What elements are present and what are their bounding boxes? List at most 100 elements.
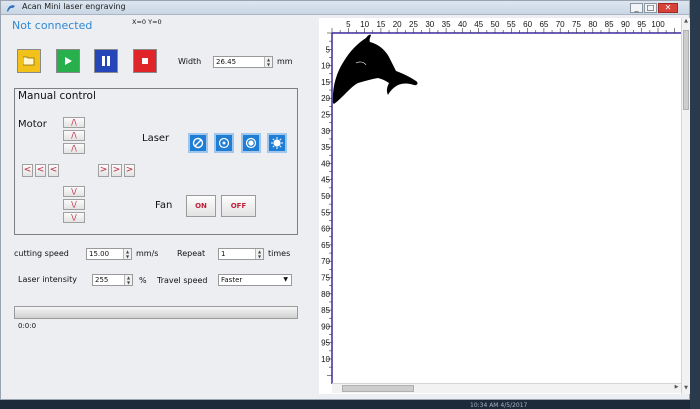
repeat-spinner[interactable]: ▲ ▼ [255,249,263,259]
laser-full-icon [271,137,283,149]
top-ruler-label: 85 [605,20,614,29]
laser-off-button[interactable] [188,133,208,153]
pause-icon [102,56,110,66]
motor-down-medium-button[interactable]: \/ [63,199,85,210]
top-ruler-label: 20 [393,20,402,29]
cutting-speed-unit: mm/s [136,249,159,258]
horizontal-scrollbar[interactable]: ▶ [332,383,681,393]
top-ruler-label: 25 [409,20,418,29]
manual-control-panel: Manual control Motor /\ /\ /\ < < < > > … [14,88,298,235]
repeat-label: Repeat [177,249,206,258]
cutting-speed-spinner[interactable]: ▲ ▼ [123,249,131,259]
motor-left-medium-button[interactable]: < [35,164,46,177]
width-input[interactable]: 26.45 ▲ ▼ [213,56,273,68]
fan-on-button[interactable]: ON [186,195,216,217]
motor-up-fast-button[interactable]: /\ [63,117,85,128]
progress-bar [14,306,298,319]
vertical-scroll-down[interactable]: ▼ [682,385,690,394]
motor-down-slow-button[interactable]: \/ [63,186,85,197]
cutting-speed-input[interactable]: 15.00 ▲ ▼ [86,248,132,260]
left-ruler-label: 45 [321,176,330,185]
left-ruler-label: 40 [321,159,330,168]
left-ruler-label: 85 [321,306,330,315]
elapsed-time: 0:0:0 [18,322,37,330]
left-ruler-label: 95 [321,339,330,348]
repeat-unit: times [268,249,291,258]
left-ruler-label: 10 [321,355,330,364]
motor-down-fast-button[interactable]: \/ [63,212,85,223]
repeat-value: 1 [221,250,226,258]
maximize-button[interactable]: □ [644,3,657,13]
top-ruler-label: 90 [621,20,630,29]
cutting-speed-value: 15.00 [89,250,110,258]
laser-intensity-unit: % [139,276,147,285]
laser-intensity-input[interactable]: 255 ▲ ▼ [92,274,133,286]
left-ruler-label: 65 [321,241,330,250]
cutting-speed-label: cutting speed [14,249,69,258]
horizontal-scroll-thumb[interactable] [342,385,414,392]
minimize-button[interactable]: _ [630,3,643,13]
width-value: 26.45 [216,58,237,66]
motor-right-medium-button[interactable]: > [111,164,122,177]
laser-medium-button[interactable] [241,133,261,153]
horizontal-scroll-right[interactable]: ▶ [672,384,681,393]
left-ruler-label: 35 [321,143,330,152]
travel-speed-value: Faster [221,276,243,284]
left-ruler-label: 80 [321,290,330,299]
left-ruler-label: 25 [321,111,330,120]
title-bar[interactable]: Acan Mini laser engraving _ □ ✕ [1,1,689,15]
close-button[interactable]: ✕ [658,3,678,13]
width-label: Width [178,57,202,66]
travel-speed-label: Travel speed [157,276,208,285]
laser-off-icon [192,137,204,149]
fan-off-button[interactable]: OFF [221,195,256,217]
laser-medium-icon [245,137,257,149]
laser-intensity-value: 255 [95,276,109,284]
manual-control-title: Manual control [18,90,96,102]
top-ruler-label: 35 [442,20,451,29]
start-button[interactable] [56,49,80,73]
motor-label: Motor [18,119,47,130]
left-ruler-label: 60 [321,225,330,234]
vertical-scroll-up[interactable]: ▲ [682,18,690,27]
motor-up-slow-button[interactable]: /\ [63,143,85,154]
laser-intensity-spinner[interactable]: ▲ ▼ [124,275,132,285]
top-ruler-label: 40 [458,20,467,29]
width-spinner[interactable]: ▲ ▼ [264,57,272,67]
left-ruler-label: 70 [321,257,330,266]
connection-status: Not connected [12,19,93,32]
dolphin-engraving-preview [332,34,418,104]
vertical-scroll-thumb[interactable] [683,30,689,110]
window-title: Acan Mini laser engraving [22,2,126,11]
pause-button[interactable] [94,49,118,73]
open-file-button[interactable] [17,49,41,73]
left-ruler-label: 55 [321,208,330,217]
motor-left-slow-button[interactable]: < [48,164,59,177]
stop-button[interactable] [133,49,157,73]
app-window: Acan Mini laser engraving _ □ ✕ Not conn… [0,0,690,400]
repeat-input[interactable]: 1 ▲ ▼ [218,248,264,260]
travel-speed-select[interactable]: Faster ▼ [218,274,292,286]
top-ruler-label: 50 [491,20,500,29]
width-unit: mm [277,57,293,66]
motor-left-fast-button[interactable]: < [22,164,33,177]
top-ruler-label: 5 [346,20,351,29]
motor-right-fast-button[interactable]: > [124,164,135,177]
motor-up-medium-button[interactable]: /\ [63,130,85,141]
left-ruler-label: 50 [321,192,330,201]
laser-label: Laser [142,133,170,144]
desktop-edge [690,0,700,409]
vertical-scrollbar[interactable]: ▲ ▼ [681,18,690,394]
laser-low-button[interactable] [214,133,234,153]
top-ruler-label: 15 [376,20,385,29]
top-ruler-label: 60 [523,20,532,29]
laser-low-icon [218,137,230,149]
cursor-coordinates: X=0 Y=0 [132,18,162,26]
taskbar-clock: 10:34 AM 4/5/2017 [470,402,528,409]
laser-full-button[interactable] [267,133,287,153]
stop-icon [142,58,148,64]
left-ruler-label: 30 [321,127,330,136]
left-ruler-label: 90 [321,322,330,331]
motor-right-slow-button[interactable]: > [98,164,109,177]
top-ruler-label: 70 [556,20,565,29]
